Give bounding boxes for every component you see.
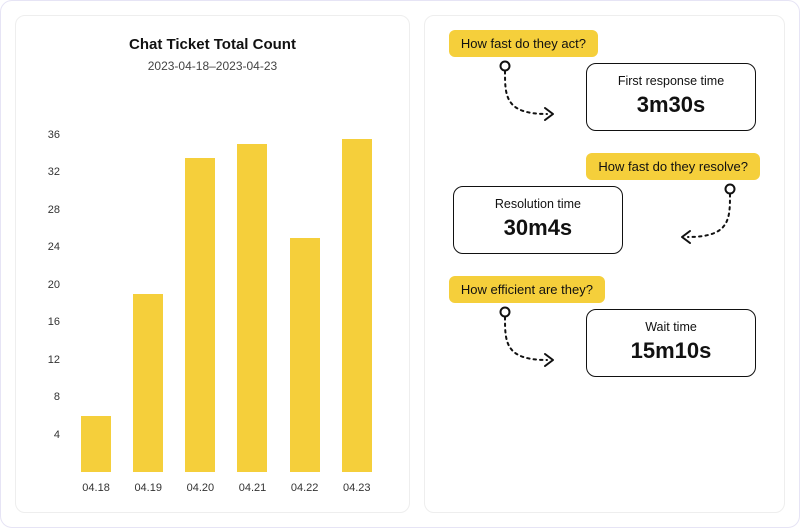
kpi-metric-label: First response time	[607, 74, 735, 88]
kpi-block: How fast do they resolve? Resolution time…	[443, 153, 766, 254]
x-tick: 04.20	[185, 482, 215, 494]
chart-panel: Chat Ticket Total Count 2023-04-18–2023-…	[15, 15, 410, 513]
kpi-panel: How fast do they act? First response time…	[424, 15, 785, 513]
bar	[185, 158, 215, 472]
y-tick: 4	[54, 429, 60, 441]
chart-subtitle: 2023-04-18–2023-04-23	[38, 59, 387, 73]
bar	[237, 144, 267, 472]
kpi-card: First response time 3m30s	[586, 63, 756, 131]
bar	[81, 416, 111, 472]
kpi-card: Wait time 15m10s	[586, 309, 756, 377]
x-tick: 04.22	[290, 482, 320, 494]
y-tick: 32	[48, 166, 60, 178]
bar	[290, 238, 320, 472]
bar	[342, 139, 372, 472]
y-tick: 8	[54, 391, 60, 403]
kpi-metric-label: Resolution time	[474, 197, 602, 211]
x-axis: 04.18 04.19 04.20 04.21 04.22 04.23	[38, 472, 387, 494]
bar	[133, 294, 163, 472]
kpi-value: 3m30s	[607, 92, 735, 118]
x-tick: 04.21	[237, 482, 267, 494]
y-tick: 28	[48, 204, 60, 216]
kpi-value: 30m4s	[474, 215, 602, 241]
x-tick: 04.18	[81, 482, 111, 494]
chart-area: 4812162024283236 04.1804.1904.2004.2104.…	[38, 97, 387, 494]
dashboard: Chat Ticket Total Count 2023-04-18–2023-…	[0, 0, 800, 528]
chart-plot: 4 8 12 16 20 24 28 32 36	[38, 97, 387, 472]
y-tick: 36	[48, 129, 60, 141]
kpi-question-badge: How efficient are they?	[449, 276, 605, 303]
x-tick: 04.19	[133, 482, 163, 494]
y-tick: 20	[48, 279, 60, 291]
kpi-card: Resolution time 30m4s	[453, 186, 623, 254]
kpi-block: How fast do they act? First response time…	[443, 30, 766, 131]
y-axis: 4 8 12 16 20 24 28 32 36	[38, 97, 66, 472]
kpi-block: How efficient are they? Wait time 15m10s	[443, 276, 766, 377]
y-tick: 12	[48, 354, 60, 366]
bars-container	[66, 97, 387, 472]
y-tick: 16	[48, 316, 60, 328]
kpi-value: 15m10s	[607, 338, 735, 364]
kpi-metric-label: Wait time	[607, 320, 735, 334]
chart-title: Chat Ticket Total Count	[38, 36, 387, 53]
kpi-question-badge: How fast do they resolve?	[586, 153, 760, 180]
y-tick: 24	[48, 241, 60, 253]
kpi-question-badge: How fast do they act?	[449, 30, 598, 57]
x-tick: 04.23	[342, 482, 372, 494]
